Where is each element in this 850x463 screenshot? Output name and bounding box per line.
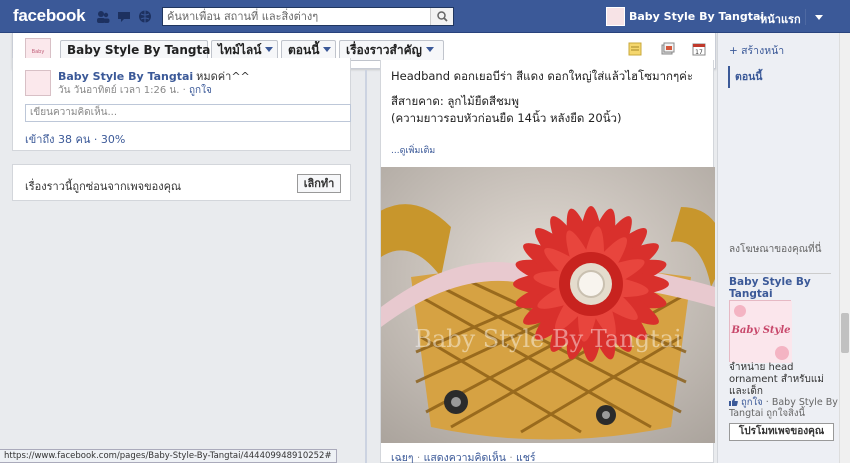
home-link[interactable]: หน้าแรก	[760, 10, 801, 28]
like-action[interactable]: เฉยๆ	[391, 452, 414, 463]
ad-like-link[interactable]: ถูกใจ	[741, 397, 763, 408]
reach-count: เข้าถึง 38 คน	[25, 133, 91, 146]
create-page-link[interactable]: + สร้างหน้า	[729, 42, 784, 59]
action-separator: ·	[416, 452, 424, 463]
post-meta: วัน วันอาทิตย์ เวลา 1:26 น. · ถูกใจ	[58, 83, 212, 98]
profile-name: Baby Style By Tangtai	[629, 9, 765, 23]
friend-requests-icon[interactable]	[96, 10, 110, 23]
like-link[interactable]: ถูกใจ	[189, 85, 212, 96]
photo-watermark: Baby Style By Tangtai	[414, 325, 682, 353]
chevron-down-icon	[815, 15, 823, 20]
top-navigation-bar: facebook ค้นหาเพื่อน สถานที่ และสิ่งต่าง…	[0, 0, 850, 33]
right-sidebar: + สร้างหน้า ตอนนี้ ลงโฆษณาของคุณที่นี่ B…	[717, 33, 839, 463]
profile-link[interactable]: Baby Style By Tangtai	[606, 6, 764, 26]
ad-social-context: ถูกใจ · Baby Style By Tangtai ถูกใจสิ่งน…	[729, 397, 839, 419]
search-button[interactable]	[430, 8, 453, 25]
action-separator: ·	[509, 452, 516, 463]
svg-text:17: 17	[695, 49, 703, 56]
ad-description: จำหน่าย head ornament สำหรับแม่และเด็ก	[729, 362, 824, 397]
timeline-nav-now[interactable]: ตอนนี้	[728, 66, 832, 88]
see-more-link[interactable]: ...ดูเพิ่มเติม	[391, 143, 435, 157]
account-menu-button[interactable]	[805, 9, 829, 25]
post-author-link[interactable]: Baby Style By Tangtai	[58, 70, 193, 83]
description-line: Headband ดอกเยอบีร่า สีแดง ดอกใหญ่ใส่แล้…	[391, 69, 694, 83]
description-line: (ความยาวรอบหัวก่อนยืด 14นิ้ว หลังยืด 20น…	[391, 111, 622, 125]
headband-flower-photo: Baby Style By Tangtai	[381, 167, 715, 443]
share-action[interactable]: แชร์	[516, 452, 536, 463]
post-timestamp[interactable]: วัน วันอาทิตย์ เวลา 1:26 น.	[58, 85, 179, 96]
timeline-divider	[365, 70, 367, 463]
browser-status-bar: https://www.facebook.com/pages/Baby-Styl…	[0, 449, 337, 463]
calendar-icon[interactable]: 17	[692, 42, 706, 56]
post-description: Headband ดอกเยอบีร่า สีแดง ดอกใหญ่ใส่แล้…	[391, 68, 711, 127]
search-input[interactable]: ค้นหาเพื่อน สถานที่ และสิ่งต่างๆ	[162, 7, 454, 26]
description-line: สีสายคาด: ลูกไม้ยืดสีชมพู	[391, 94, 519, 108]
photo-post-card: Headband ดอกเยอบีร่า สีแดง ดอกใหญ่ใส่แล้…	[380, 60, 715, 463]
profile-avatar	[606, 6, 625, 26]
photos-icon[interactable]	[661, 42, 675, 56]
ad-logo-image: Baby Style	[730, 301, 792, 363]
hidden-story-card: เรื่องราวนี้ถูกซ่อนจากเพจของคุณ เลิกทำ	[12, 164, 351, 201]
thumbs-up-icon	[729, 398, 738, 406]
ad-title-link[interactable]: Baby Style By Tangtai	[729, 276, 833, 300]
reach-separator: ·	[93, 133, 101, 146]
promote-page-button[interactable]: โปรโมทเพจของคุณ	[729, 423, 834, 441]
comment-action[interactable]: แสดงความคิดเห็น	[424, 452, 506, 463]
post-author-avatar[interactable]	[25, 70, 51, 96]
post-reach[interactable]: เข้าถึง 38 คน · 30%	[25, 130, 125, 148]
now-label: ตอนนี้	[288, 43, 320, 57]
timeline-label: ไทม์ไลน์	[218, 43, 262, 57]
comment-input[interactable]: เขียนความคิดเห็น...	[25, 104, 351, 122]
highlights-label: เรื่องราวสำคัญ	[346, 43, 422, 57]
messages-icon[interactable]	[117, 10, 131, 23]
scrollbar-thumb[interactable]	[841, 313, 849, 353]
hidden-story-text: เรื่องราวนี้ถูกซ่อนจากเพจของคุณ	[25, 180, 182, 193]
ad-image[interactable]: Baby Style	[729, 300, 792, 363]
ad-section-title[interactable]: ลงโฆษณาของคุณที่นี่	[729, 243, 833, 256]
chevron-down-icon	[265, 47, 274, 52]
highlights-dropdown[interactable]: เรื่องราวสำคัญ	[339, 40, 444, 61]
chevron-down-icon	[323, 47, 332, 52]
post-message: หมดค่า^^	[196, 70, 250, 83]
facebook-logo[interactable]: facebook	[13, 6, 86, 26]
ad-logo-text: Baby Style	[730, 325, 790, 336]
chevron-down-icon	[425, 47, 434, 52]
vertical-scrollbar[interactable]	[839, 33, 850, 463]
notes-icon[interactable]	[628, 42, 642, 56]
post-photo[interactable]: Baby Style By Tangtai	[381, 167, 715, 443]
page-name-label: Baby Style By Tangtai	[67, 43, 215, 57]
ad-divider	[729, 273, 831, 274]
post-card: Baby Style By Tangtai หมดค่า^^ วัน วันอาท…	[12, 58, 351, 151]
undo-button[interactable]: เลิกทำ	[297, 174, 341, 193]
search-icon	[437, 11, 448, 22]
notifications-globe-icon[interactable]	[138, 10, 152, 23]
post-actions: เฉยๆ · แสดงความคิดเห็น · แชร์	[391, 449, 536, 463]
reach-percent: 30%	[100, 133, 126, 146]
